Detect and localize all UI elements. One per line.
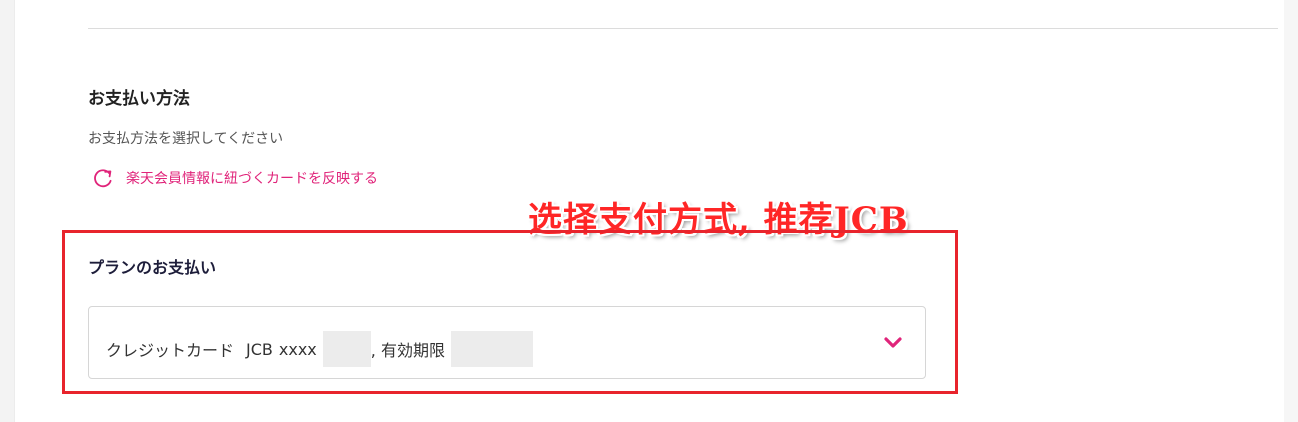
left-gutter — [0, 0, 15, 422]
right-gutter — [1284, 0, 1298, 422]
reflect-card-link-label: 楽天会員情報に紐づくカードを反映する — [126, 171, 378, 187]
selected-method-label: クレジットカード — [106, 341, 235, 360]
plan-payment-title: プランのお支払い — [88, 258, 217, 277]
refresh-icon — [92, 167, 114, 189]
redacted-expiry-date — [450, 331, 533, 367]
card-number-mask: xxxx — [278, 339, 317, 359]
payment-method-subtitle: お支払方法を選択してください — [88, 131, 284, 147]
expiry-separator: , 有効期限 — [370, 341, 445, 360]
reflect-card-link[interactable]: 楽天会員情報に紐づくカードを反映する — [92, 166, 378, 190]
selected-payment-value: クレジットカード JCB xxxx , 有効期限 — [106, 331, 533, 367]
payment-method-select[interactable]: クレジットカード JCB xxxx , 有効期限 — [88, 306, 926, 379]
redacted-card-number — [322, 331, 371, 367]
section-divider — [88, 28, 1278, 29]
payment-settings-page: お支払い方法 お支払方法を選択してください 楽天会員情報に紐づくカードを反映する… — [0, 0, 1298, 422]
card-brand-label: JCB — [246, 339, 273, 359]
chevron-down-icon[interactable] — [883, 335, 903, 355]
payment-method-title: お支払い方法 — [88, 89, 190, 109]
